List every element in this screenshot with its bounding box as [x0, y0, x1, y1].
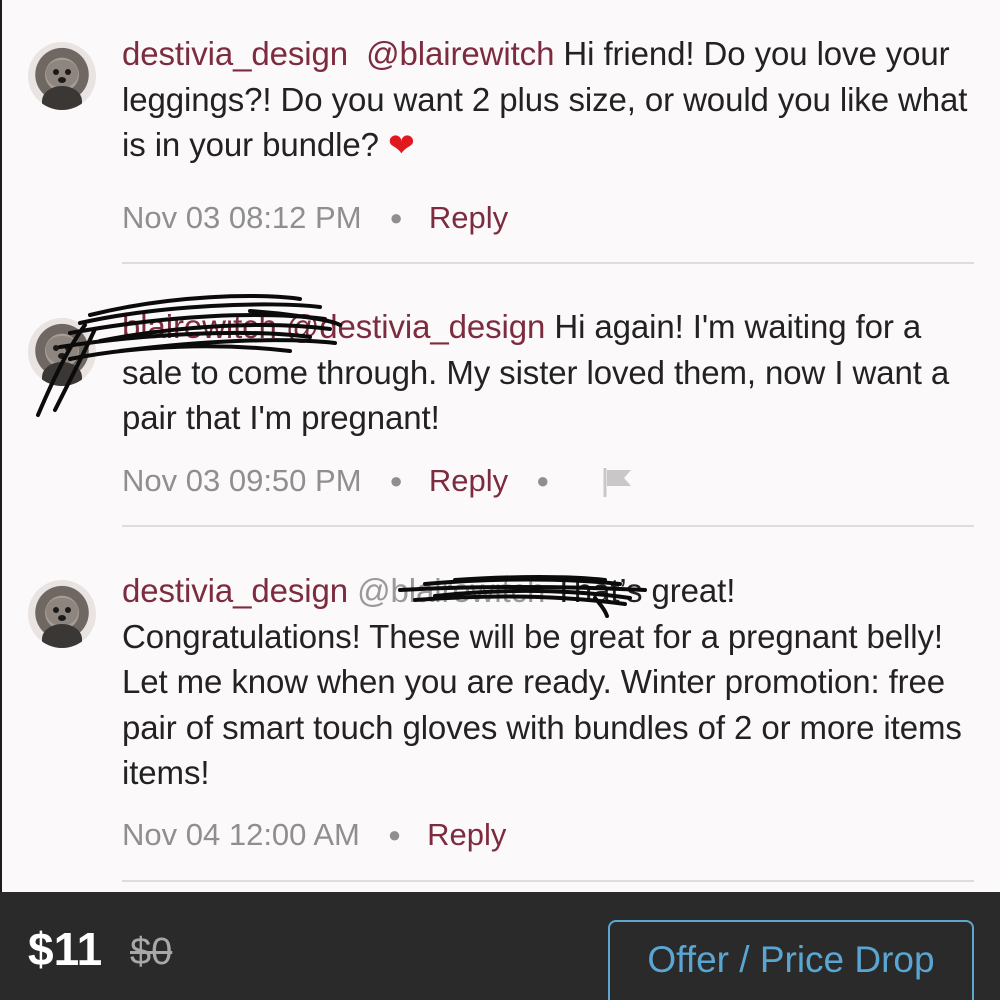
comment-meta: Nov 03 09:50 PM ● Reply ●	[122, 458, 635, 503]
reply-button[interactable]: Reply	[429, 200, 508, 235]
comment-timestamp: Nov 03 08:12 PM	[122, 200, 362, 235]
price-footer: $11 $0 Offer / Price Drop	[0, 892, 1000, 1000]
avatar[interactable]	[28, 318, 96, 386]
comment-username[interactable]: blairewitch	[122, 308, 277, 345]
comment-body: destivia_design @blairewitch That’s grea…	[122, 568, 982, 796]
separator-dot: ●	[536, 468, 550, 493]
flag-icon[interactable]	[601, 465, 635, 511]
comment-meta: Nov 03 08:12 PM ● Reply	[122, 195, 508, 240]
comment-mention[interactable]: @destivia_design	[286, 308, 545, 345]
comment-body: destivia_design @blairewitch Hi friend! …	[122, 31, 982, 169]
comment-timestamp: Nov 04 12:00 AM	[122, 817, 360, 852]
comment-mention[interactable]: @blairewitch	[357, 572, 545, 609]
comment-mention[interactable]: @blairewitch	[366, 35, 554, 72]
comment-timestamp: Nov 03 09:50 PM	[122, 463, 362, 498]
comment-meta: Nov 04 12:00 AM ● Reply	[122, 812, 506, 857]
avatar[interactable]	[28, 42, 96, 110]
comments-feed[interactable]: destivia_design @blairewitch Hi friend! …	[0, 0, 1000, 892]
reply-button[interactable]: Reply	[427, 817, 506, 852]
heart-icon: ❤	[387, 127, 415, 163]
separator-dot: ●	[387, 822, 402, 847]
divider	[122, 525, 974, 527]
comment-username[interactable]: destivia_design	[122, 35, 348, 72]
separator-dot: ●	[389, 205, 403, 230]
divider	[122, 880, 974, 882]
reply-button[interactable]: Reply	[429, 463, 508, 498]
divider	[122, 262, 974, 264]
comment-username[interactable]: destivia_design	[122, 572, 348, 609]
separator-dot: ●	[389, 468, 403, 493]
offer-price-drop-button[interactable]: Offer / Price Drop	[608, 920, 974, 1000]
original-price: $0	[130, 931, 173, 973]
current-price: $11	[28, 923, 103, 975]
avatar[interactable]	[28, 580, 96, 648]
comment-body: blairewitch @destivia_design Hi again! I…	[122, 304, 982, 441]
